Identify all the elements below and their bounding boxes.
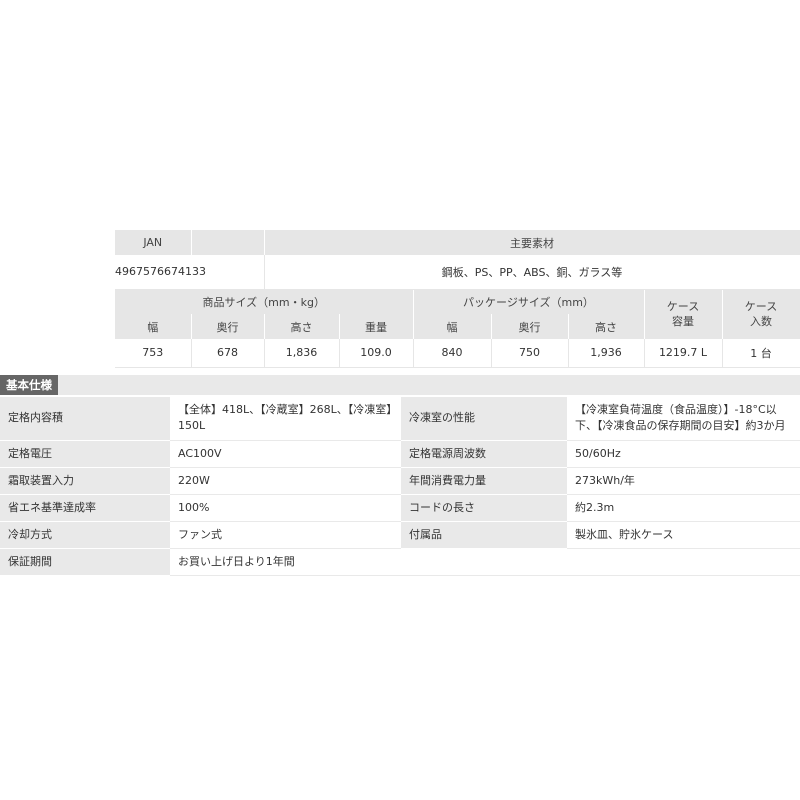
pkg-height-value: 1,936	[568, 339, 645, 368]
pkg-width-header: 幅	[413, 314, 492, 339]
spec-value: お買い上げ日より1年間	[170, 548, 401, 576]
material-value: 鋼板、PS、PP、ABS、銅、ガラス等	[264, 255, 800, 290]
pkg-width-value: 840	[413, 339, 492, 368]
spec-row: 霜取装置入力 220W 年間消費電力量 273kWh/年	[0, 467, 800, 495]
spec-label: 付属品	[401, 521, 567, 549]
spec-label: 冷却方式	[0, 521, 170, 549]
spec-value: 【全体】418L、【冷蔵室】268L、【冷凍室】150L	[170, 397, 401, 441]
pkg-depth-header: 奥行	[491, 314, 569, 339]
spec-label: 霜取装置入力	[0, 467, 170, 495]
spec-value: 50/60Hz	[567, 440, 800, 468]
spec-section-title: 基本仕様	[0, 375, 58, 395]
package-size-header: パッケージサイズ（mm）	[413, 289, 645, 314]
jan-header-blank	[191, 230, 265, 255]
spec-row: 定格内容積 【全体】418L、【冷蔵室】268L、【冷凍室】150L 冷凍室の性…	[0, 397, 800, 441]
spec-empty-cell	[401, 548, 567, 576]
spec-table: 定格内容積 【全体】418L、【冷蔵室】268L、【冷凍室】150L 冷凍室の性…	[0, 397, 800, 576]
spec-value: 【冷凍室負荷温度（食品温度）】-18°C以下、【冷凍食品の保存期間の目安】約3か…	[567, 397, 800, 441]
spec-row: 冷却方式 ファン式 付属品 製氷皿、貯氷ケース	[0, 521, 800, 549]
spec-title-bar	[58, 375, 800, 395]
height-value: 1,836	[264, 339, 340, 368]
case-count-value: 1 台	[722, 339, 800, 368]
spec-row: 定格電圧 AC100V 定格電源周波数 50/60Hz	[0, 440, 800, 468]
spec-label: 定格内容積	[0, 397, 170, 441]
spec-value: ファン式	[170, 521, 401, 549]
spec-empty-cell	[567, 548, 800, 576]
spec-label: 年間消費電力量	[401, 467, 567, 495]
weight-value: 109.0	[339, 339, 414, 368]
jan-header: JAN	[115, 230, 192, 255]
spec-label: 保証期間	[0, 548, 170, 576]
material-header: 主要素材	[264, 230, 800, 255]
weight-header: 重量	[339, 314, 414, 339]
spec-value: 約2.3m	[567, 494, 800, 522]
spec-value: AC100V	[170, 440, 401, 468]
spec-value: 273kWh/年	[567, 467, 800, 495]
depth-value: 678	[191, 339, 265, 368]
spec-value: 220W	[170, 467, 401, 495]
product-size-header: 商品サイズ（mm・kg）	[115, 289, 414, 314]
spec-label: 定格電源周波数	[401, 440, 567, 468]
depth-header: 奥行	[191, 314, 265, 339]
spec-row: 省エネ基準達成率 100% コードの長さ 約2.3m	[0, 494, 800, 522]
spec-label: 省エネ基準達成率	[0, 494, 170, 522]
spec-row: 保証期間 お買い上げ日より1年間	[0, 548, 800, 576]
spec-value: 100%	[170, 494, 401, 522]
width-value: 753	[115, 339, 192, 368]
case-capacity-value: 1219.7 L	[644, 339, 723, 368]
spec-value: 製氷皿、貯氷ケース	[567, 521, 800, 549]
width-header: 幅	[115, 314, 192, 339]
pkg-depth-value: 750	[491, 339, 569, 368]
pkg-height-header: 高さ	[568, 314, 645, 339]
case-count-header: ケース 入数	[722, 289, 800, 339]
case-capacity-header: ケース 容量	[644, 289, 723, 339]
spec-label: 定格電圧	[0, 440, 170, 468]
spec-label: 冷凍室の性能	[401, 397, 567, 441]
product-info-table: JAN 主要素材 4967576674133 鋼板、PS、PP、ABS、銅、ガラ…	[115, 230, 800, 368]
height-header: 高さ	[264, 314, 340, 339]
jan-value: 4967576674133	[115, 255, 206, 290]
spec-label: コードの長さ	[401, 494, 567, 522]
